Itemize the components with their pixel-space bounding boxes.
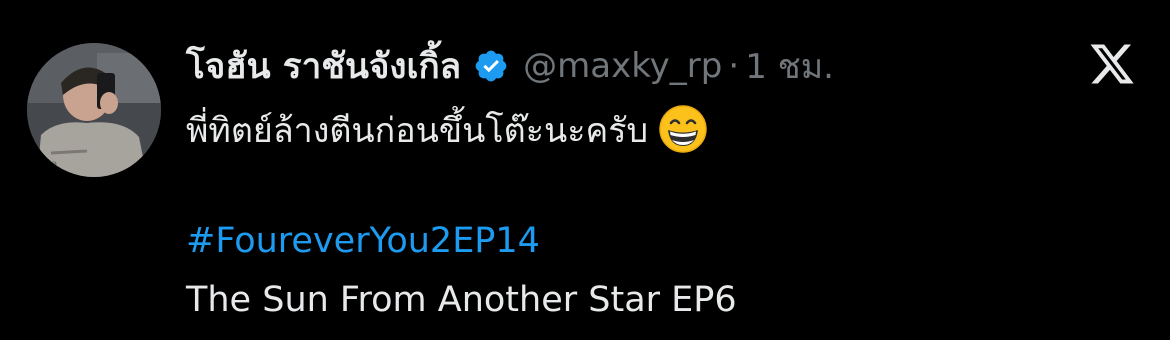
tweet-text: พี่ทิตย์ล้างตีนก่อนขึ้นโต๊ะนะครับ (186, 111, 649, 151)
tweet-header: โจฮัน ราชันจังเกิ้ล @maxky_rp · 1 ชม. (186, 36, 834, 96)
avatar[interactable]: oa (27, 43, 161, 177)
display-name[interactable]: โจฮัน ราชันจังเกิ้ล (186, 39, 461, 94)
grinning-face-emoji-icon (658, 104, 708, 154)
hashtag-link[interactable]: #FoureverYou2EP14 (186, 215, 540, 267)
x-logo-icon[interactable] (1087, 40, 1137, 88)
tweet-card[interactable]: oa โจฮัน ราชันจังเกิ้ล @maxky_rp · 1 ชม.… (0, 0, 1170, 340)
tweet-body: พี่ทิตย์ล้างตีนก่อนขึ้นโต๊ะนะครับ (186, 104, 708, 157)
timestamp[interactable]: 1 ชม. (745, 39, 834, 93)
user-handle[interactable]: @maxky_rp (523, 46, 722, 86)
separator-dot: · (728, 46, 740, 86)
tweet-text-line-2: The Sun From Another Star EP6 (186, 280, 737, 320)
avatar-photo: oa (27, 43, 161, 177)
verified-badge-icon (473, 48, 509, 84)
svg-text:oa: oa (45, 159, 57, 170)
